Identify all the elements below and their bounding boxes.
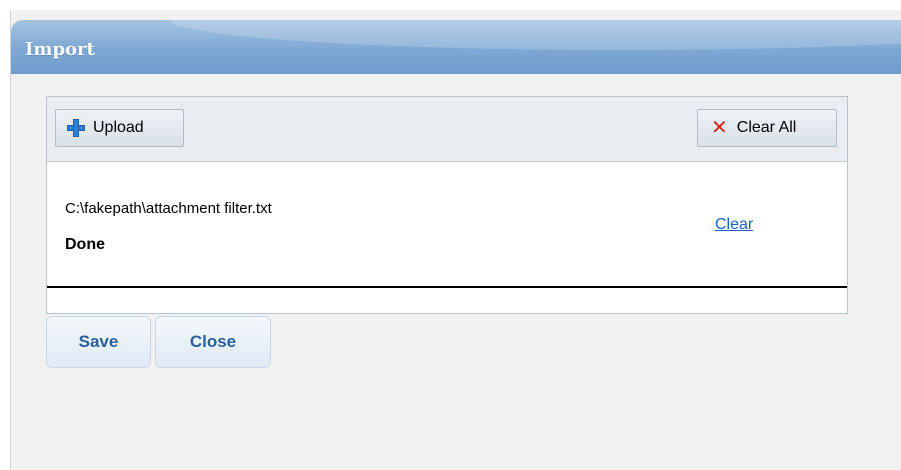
- file-status: Done: [65, 236, 105, 253]
- page: Import Upload ✕ Clear All C:\fakepath\at…: [0, 0, 901, 470]
- import-dialog: Import Upload ✕ Clear All C:\fakepath\at…: [10, 10, 901, 470]
- dialog-title: Import: [25, 39, 95, 60]
- upload-button-label: Upload: [93, 119, 144, 136]
- close-icon: ✕: [711, 117, 728, 139]
- dialog-actions: Save Close: [46, 316, 271, 368]
- upload-button[interactable]: Upload: [55, 109, 184, 147]
- save-button[interactable]: Save: [46, 316, 151, 368]
- file-path: C:\fakepath\attachment filter.txt: [65, 200, 272, 217]
- dialog-title-bar[interactable]: Import: [11, 20, 901, 74]
- upload-panel: Upload ✕ Clear All C:\fakepath\attachmen…: [46, 96, 848, 314]
- close-button[interactable]: Close: [155, 316, 271, 368]
- clear-all-button-label: Clear All: [736, 119, 797, 136]
- clear-all-button[interactable]: ✕ Clear All: [697, 109, 837, 147]
- clear-file-link[interactable]: Clear: [715, 216, 753, 234]
- title-bar-sheen: [171, 20, 901, 50]
- upload-toolbar: Upload ✕ Clear All: [47, 97, 847, 162]
- file-list-item: C:\fakepath\attachment filter.txt Done C…: [47, 162, 847, 288]
- plus-icon: [67, 119, 85, 137]
